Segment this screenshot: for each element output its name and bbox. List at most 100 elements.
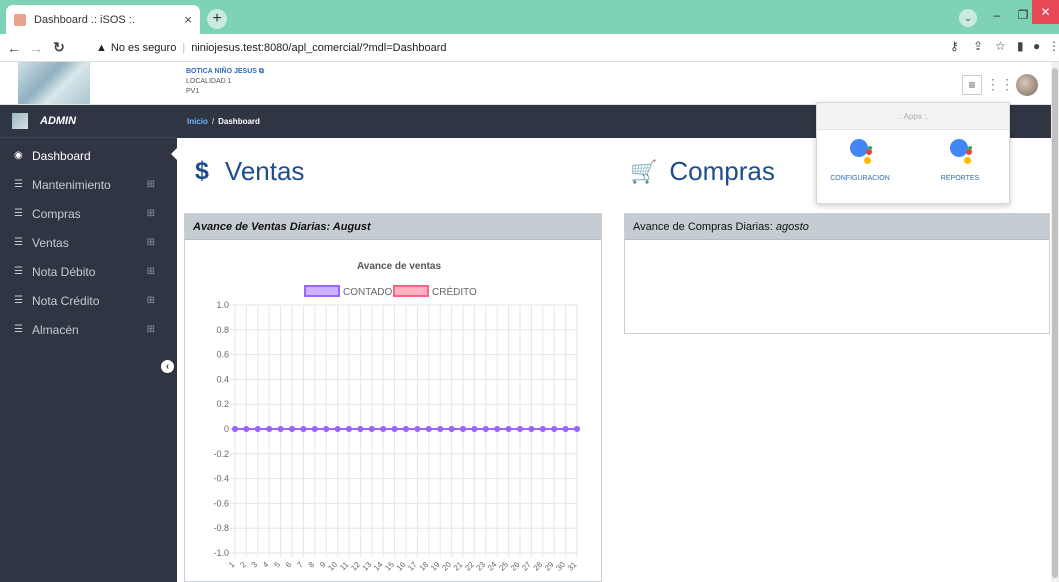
app-configuracion[interactable]: CONFIGURACION — [820, 137, 900, 182]
data-point — [425, 426, 432, 432]
expand-icon: ⊞ — [146, 208, 155, 219]
app-header: BOTICA NIÑO JESUS ⧉ LOCALIDAD 1 PV1 — [0, 62, 1059, 105]
y-tick-label: -0.2 — [213, 449, 229, 459]
y-tick-label: 0.6 — [216, 350, 229, 360]
sidebar-item-label: Almacén — [32, 322, 79, 337]
y-tick-label: 0.4 — [216, 374, 229, 384]
minimize-icon[interactable]: – — [986, 6, 1008, 24]
data-point — [460, 426, 466, 432]
legend-label: CRÉDITO — [432, 285, 477, 298]
new-tab-button[interactable]: + — [207, 9, 227, 29]
data-point — [323, 426, 330, 432]
sidebar-item-nota-credito[interactable]: ☰ Nota Crédito ⊞ — [0, 286, 177, 315]
data-point — [517, 426, 523, 432]
y-tick-label: -0.4 — [213, 474, 229, 484]
list-icon: ☰ — [14, 295, 23, 306]
x-tick-label: 31 — [566, 560, 579, 573]
legend-label: CONTADO — [343, 287, 392, 298]
collapse-sidebar-icon[interactable]: ‹ — [161, 360, 174, 373]
hamburger-menu-button[interactable]: ≡ — [962, 75, 982, 95]
key-icon[interactable]: ⚷ — [950, 39, 959, 53]
list-icon: ☰ — [14, 324, 23, 335]
compras-panel: Avance de Compras Diarias: agosto — [624, 213, 1050, 334]
profile-icon[interactable]: ● — [1033, 39, 1040, 53]
back-icon[interactable]: ← — [4, 40, 24, 56]
data-point — [380, 426, 387, 432]
chart-title: Avance de ventas — [357, 261, 442, 272]
address-bar: ← → ↻ ▲ No es seguro | niniojesus.test:8… — [0, 34, 1059, 62]
ventas-chart: Avance de ventas CONTADO CRÉDITO 1.0 0.8 0.6 0… — [213, 261, 580, 573]
tab-search-icon[interactable]: ⌄ — [959, 9, 977, 27]
data-point — [346, 426, 352, 432]
ventas-panel-title: Avance de Ventas Diarias: August — [185, 214, 601, 240]
url-text: niniojesus.test:8080/apl_comercial/?mdl=… — [191, 42, 447, 54]
x-tick-label: 7 — [295, 560, 305, 570]
store-logo — [18, 62, 90, 104]
close-tab-icon[interactable]: × — [184, 12, 192, 27]
compras-heading: 🛒 Compras — [630, 156, 775, 187]
y-tick-label: 1.0 — [216, 300, 229, 310]
app-reportes[interactable]: REPORTES — [920, 137, 1000, 182]
dollar-icon: $ — [195, 157, 209, 185]
data-point — [300, 426, 307, 432]
share-icon[interactable]: ⇪ — [973, 39, 983, 53]
security-label: No es seguro — [110, 42, 177, 54]
y-tick-label: -1.0 — [213, 548, 229, 558]
browser-tab[interactable]: Dashboard .: iSOS :. × — [6, 5, 200, 34]
apps-dropdown: .: Apps :. CONFIGURACION REPORTES — [816, 102, 1010, 204]
data-point — [471, 426, 478, 432]
sidebar-item-ventas[interactable]: ☰ Ventas ⊞ — [0, 228, 177, 257]
url-field[interactable]: ▲ No es seguro | niniojesus.test:8080/ap… — [96, 37, 876, 59]
sidebar-item-label: Mantenimiento — [32, 177, 111, 192]
bookmark-star-icon[interactable]: ☆ — [995, 39, 1006, 53]
breadcrumb-separator: / — [211, 117, 215, 126]
breadcrumb-home-link[interactable]: Inicio — [187, 117, 208, 126]
y-tick-label: 0.2 — [216, 399, 229, 409]
reload-icon[interactable]: ↻ — [49, 39, 69, 56]
list-icon: ☰ — [14, 208, 23, 219]
app-label: CONFIGURACION — [830, 175, 890, 182]
legend-swatch — [304, 285, 340, 297]
menu-icon[interactable]: ⋮ — [1048, 39, 1059, 53]
data-point — [357, 426, 364, 432]
data-point — [528, 426, 535, 432]
sidebar-item-almacen[interactable]: ☰ Almacén ⊞ — [0, 315, 177, 344]
sidebar-user: ADMIN — [0, 105, 177, 138]
data-point — [551, 426, 558, 432]
assistant-icon — [844, 137, 876, 171]
data-point — [391, 426, 398, 432]
forward-icon[interactable]: → — [26, 40, 46, 56]
business-name-link[interactable]: BOTICA NIÑO JESUS ⧉ — [186, 67, 264, 77]
sidebar-item-dashboard[interactable]: ◉ Dashboard — [0, 141, 177, 170]
ventas-heading: $ Ventas — [195, 156, 304, 187]
sidepanel-icon[interactable]: ▮ — [1017, 39, 1024, 53]
sidebar-item-nota-debito[interactable]: ☰ Nota Débito ⊞ — [0, 257, 177, 286]
url-separator: | — [182, 42, 186, 54]
page-scrollbar-thumb[interactable] — [1052, 68, 1058, 578]
apps-dropdown-header: .: Apps :. — [817, 103, 1009, 130]
sidebar: ADMIN ◉ Dashboard ☰ Mantenimiento ⊞ ☰ Co… — [0, 105, 178, 582]
app-label: REPORTES — [940, 175, 980, 182]
data-point — [368, 426, 375, 432]
user-thumb — [12, 113, 28, 129]
warning-icon[interactable]: ▲ — [96, 42, 107, 54]
apps-grid-button[interactable]: ⋮⋮⋮ — [986, 75, 1028, 95]
data-point — [277, 426, 284, 432]
ventas-title: Ventas — [224, 156, 305, 186]
active-indicator — [171, 147, 178, 161]
expand-icon: ⊞ — [146, 295, 155, 306]
close-window-icon[interactable]: ✕ — [1032, 0, 1059, 24]
sidebar-item-mantenimiento[interactable]: ☰ Mantenimiento ⊞ — [0, 170, 177, 199]
tab-title: Dashboard .: iSOS :. — [34, 13, 135, 26]
data-point — [311, 426, 318, 432]
data-point — [414, 426, 421, 432]
assistant-icon — [944, 137, 976, 171]
avatar[interactable] — [1016, 74, 1038, 96]
browser-tab-bar: Dashboard .: iSOS :. × + ⌄ – ❐ ✕ — [0, 0, 1059, 34]
expand-icon: ⊞ — [146, 179, 155, 190]
sidebar-item-label: Nota Débito — [32, 264, 96, 279]
sidebar-item-label: Ventas — [32, 235, 69, 250]
restore-icon[interactable]: ❐ — [1012, 6, 1034, 24]
sidebar-item-compras[interactable]: ☰ Compras ⊞ — [0, 199, 177, 228]
x-tick-label: 1 — [227, 560, 237, 570]
